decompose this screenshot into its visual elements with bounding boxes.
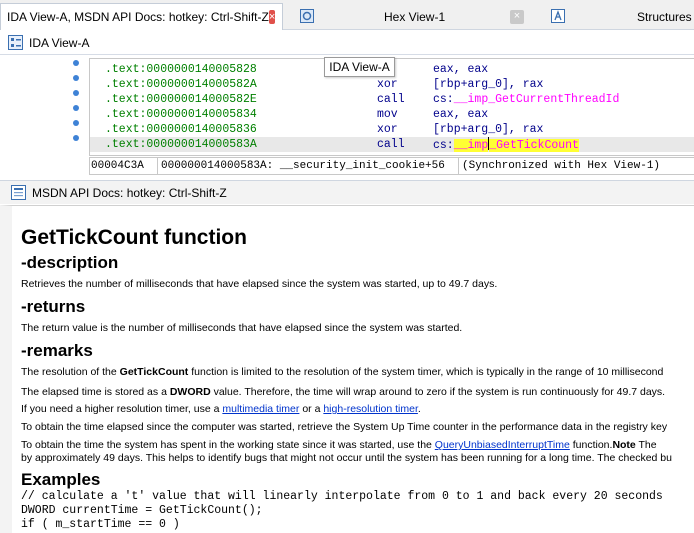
breakpoint-dot	[73, 90, 79, 96]
breakpoint-dot	[73, 120, 79, 126]
query-unbiased-interrupt-time-link[interactable]: QueryUnbiasedInterruptTime	[435, 439, 570, 451]
graph-arrows-gutter	[72, 60, 80, 150]
file-offset: 00004C3A	[91, 160, 144, 172]
asm-line[interactable]: .text:0000000140005834 mov eax, eax	[105, 107, 488, 122]
divider	[458, 158, 459, 175]
import-symbol[interactable]: __imp	[453, 139, 489, 152]
asm-line-selected[interactable]: .text:000000014000583A call cs:__imp_Get…	[105, 137, 579, 152]
current-location: 000000014000583A: __security_init_cookie…	[161, 160, 445, 172]
asm-address: .text:0000000140005828	[105, 63, 257, 76]
remarks-paragraph: If you need a higher resolution timer, u…	[21, 403, 421, 415]
asm-address: .text:0000000140005836	[105, 123, 257, 136]
asm-address: .text:000000014000582E	[105, 93, 257, 106]
breakpoint-dot	[73, 105, 79, 111]
operand-segment: cs:	[433, 139, 454, 152]
asm-operand: [rbp+arg_0], rax	[433, 123, 544, 136]
close-icon[interactable]: ×	[268, 10, 276, 24]
tab-hex-view[interactable]: Hex View-1 ×	[288, 3, 530, 30]
asm-operand: cs:__imp_GetCurrentThreadId	[433, 92, 619, 107]
remarks-paragraph: To obtain the time the system has spent …	[21, 439, 657, 451]
code-line: if ( m_startTime == 0 )	[21, 518, 180, 531]
remarks-paragraph: The resolution of the GetTickCount funct…	[21, 366, 664, 378]
close-icon[interactable]: ×	[510, 9, 524, 24]
asm-operand: [rbp+arg_0], rax	[433, 78, 544, 91]
asm-mnemonic: call	[377, 138, 405, 151]
asm-operand: eax, eax	[433, 108, 489, 121]
tab-ida-view-msdn[interactable]: IDA View-A, MSDN API Docs: hotkey: Ctrl-…	[0, 3, 283, 30]
breakpoint-dot	[73, 75, 79, 81]
asm-address: .text:000000014000583A	[105, 138, 257, 151]
import-symbol-rest[interactable]: _GetTickCount	[489, 139, 579, 152]
section-returns: -returns	[21, 297, 86, 316]
msdn-docs-content[interactable]: GetTickCount function -description Retri…	[0, 205, 694, 533]
msdn-docs-title: MSDN API Docs: hotkey: Ctrl-Shift-Z	[32, 185, 227, 200]
asm-line[interactable]: .text:000000014000582A xor [rbp+arg_0], …	[105, 77, 543, 92]
disassembly-status-line: 00004C3A 000000014000583A: __security_in…	[89, 157, 694, 175]
section-remarks: -remarks	[21, 341, 93, 360]
operand-segment: cs:	[433, 93, 454, 106]
sync-status: (Synchronized with Hex View-1)	[462, 160, 661, 172]
asm-operand: cs:__imp_GetTickCount	[433, 137, 579, 153]
remarks-paragraph: by approximately 49 days. This helps to …	[21, 452, 672, 464]
section-description: -description	[21, 253, 119, 272]
tab-structures[interactable]: Structures	[540, 3, 694, 30]
asm-line[interactable]: .text:0000000140005828 eax, eax	[105, 62, 488, 77]
asm-mnemonic: call	[377, 93, 405, 106]
asm-line[interactable]: .text:000000014000582E call cs:__imp_Get…	[105, 92, 619, 107]
divider	[157, 158, 158, 175]
asm-operand: eax, eax	[433, 63, 489, 76]
import-symbol[interactable]: __imp_GetCurrentThreadId	[454, 93, 620, 106]
multimedia-timer-link[interactable]: multimedia timer	[222, 403, 299, 415]
ida-view-icon	[8, 35, 23, 50]
asm-mnemonic: mov	[377, 108, 398, 121]
tab-tooltip: IDA View-A	[324, 57, 395, 77]
tab-label: Hex View-1	[384, 9, 446, 24]
returns-text: The return value is the number of millis…	[21, 322, 463, 334]
asm-address: .text:0000000140005834	[105, 108, 257, 121]
structures-icon	[551, 9, 565, 23]
function-heading: GetTickCount function	[21, 226, 247, 249]
high-resolution-timer-link[interactable]: high-resolution timer	[323, 403, 418, 415]
tab-label: Structures	[637, 9, 692, 24]
asm-line[interactable]: .text:0000000140005836 xor [rbp+arg_0], …	[105, 122, 543, 137]
asm-mnemonic: xor	[377, 123, 398, 136]
msdn-docs-title-bar[interactable]: MSDN API Docs: hotkey: Ctrl-Shift-Z	[0, 180, 694, 204]
breakpoint-dot	[73, 135, 79, 141]
hex-view-icon	[300, 9, 314, 23]
ida-view-title: IDA View-A	[29, 35, 90, 50]
tab-label: IDA View-A, MSDN API Docs: hotkey: Ctrl-…	[7, 10, 269, 24]
document-icon	[11, 185, 26, 200]
description-text: Retrieves the number of milliseconds tha…	[21, 278, 498, 290]
ida-view-title-bar[interactable]: IDA View-A	[0, 31, 694, 55]
asm-mnemonic: xor	[377, 78, 398, 91]
code-line: DWORD currentTime = GetTickCount();	[21, 504, 263, 517]
remarks-paragraph: The elapsed time is stored as a DWORD va…	[21, 386, 666, 398]
asm-address: .text:000000014000582A	[105, 78, 257, 91]
remarks-paragraph: To obtain the time elapsed since the com…	[21, 421, 668, 433]
section-examples: Examples	[21, 470, 101, 489]
breakpoint-dot	[73, 60, 79, 66]
tab-bar: IDA View-A, MSDN API Docs: hotkey: Ctrl-…	[0, 0, 694, 30]
code-line: // calculate a 't' value that will linea…	[21, 490, 663, 503]
